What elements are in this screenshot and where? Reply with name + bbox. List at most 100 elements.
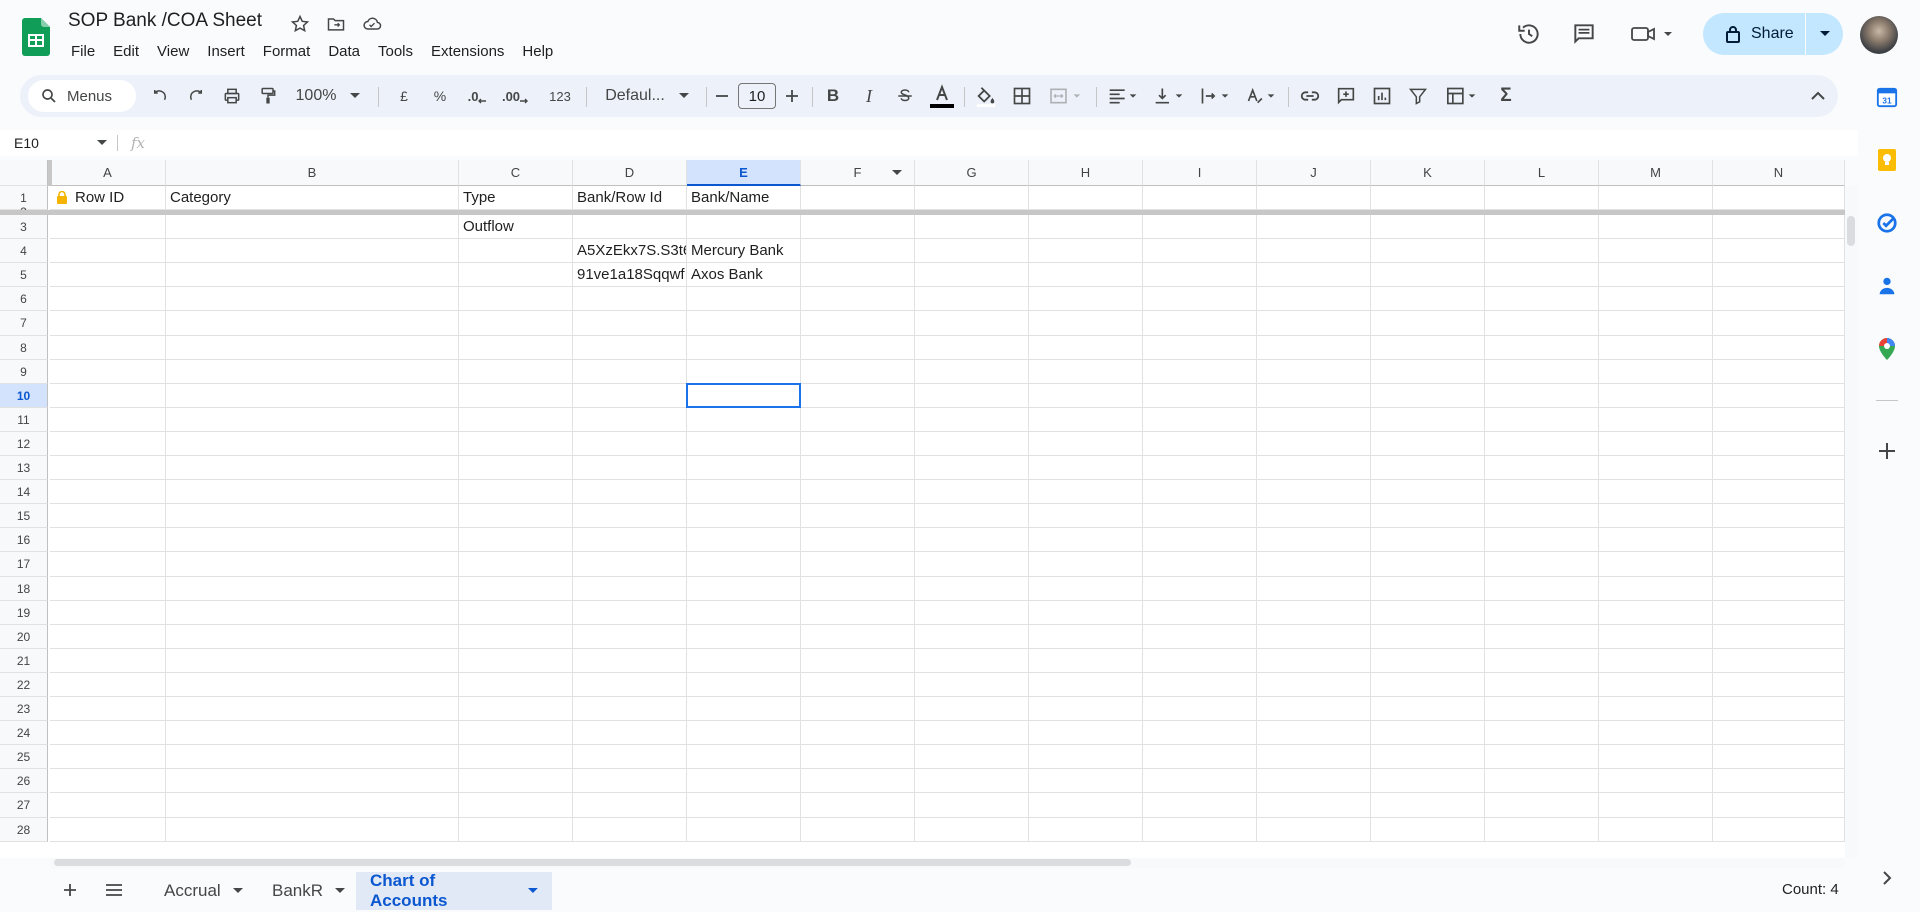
cell-g21[interactable] bbox=[915, 649, 1029, 673]
column-header-c[interactable]: C bbox=[459, 160, 573, 186]
cell-l7[interactable] bbox=[1485, 311, 1599, 336]
filter-views-icon[interactable] bbox=[1438, 75, 1486, 117]
column-header-n[interactable]: N bbox=[1713, 160, 1845, 186]
cell-n21[interactable] bbox=[1713, 649, 1845, 673]
column-header-h[interactable]: H bbox=[1029, 160, 1143, 186]
cell-a23[interactable] bbox=[50, 697, 166, 721]
cell-g6[interactable] bbox=[915, 287, 1029, 311]
cell-n1[interactable] bbox=[1713, 186, 1845, 210]
cell-d28[interactable] bbox=[573, 818, 687, 842]
cell-h18[interactable] bbox=[1029, 577, 1143, 601]
cell-i11[interactable] bbox=[1143, 408, 1257, 432]
cell-k22[interactable] bbox=[1371, 673, 1485, 697]
cell-d21[interactable] bbox=[573, 649, 687, 673]
cell-c7[interactable] bbox=[459, 311, 573, 336]
cell-c3[interactable]: Outflow bbox=[459, 215, 573, 239]
cell-a20[interactable] bbox=[50, 625, 166, 649]
cell-h20[interactable] bbox=[1029, 625, 1143, 649]
cell-k1[interactable] bbox=[1371, 186, 1485, 210]
cell-e23[interactable] bbox=[687, 697, 801, 721]
cell-h22[interactable] bbox=[1029, 673, 1143, 697]
cloud-saved-icon[interactable] bbox=[360, 12, 384, 36]
cell-e22[interactable] bbox=[687, 673, 801, 697]
font-family-select[interactable]: Defaul... bbox=[596, 75, 698, 117]
cell-k17[interactable] bbox=[1371, 552, 1485, 577]
cell-i22[interactable] bbox=[1143, 673, 1257, 697]
cell-m8[interactable] bbox=[1599, 336, 1713, 360]
cell-e21[interactable] bbox=[687, 649, 801, 673]
cell-g28[interactable] bbox=[915, 818, 1029, 842]
row-header-21[interactable]: 21 bbox=[0, 649, 48, 673]
cell-g12[interactable] bbox=[915, 432, 1029, 456]
cell-f28[interactable] bbox=[801, 818, 915, 842]
cell-b10[interactable] bbox=[166, 384, 459, 408]
percent-format-button[interactable]: % bbox=[426, 75, 454, 117]
cell-i25[interactable] bbox=[1143, 745, 1257, 769]
cell-g7[interactable] bbox=[915, 311, 1029, 336]
cell-d25[interactable] bbox=[573, 745, 687, 769]
cell-k21[interactable] bbox=[1371, 649, 1485, 673]
cell-a18[interactable] bbox=[50, 577, 166, 601]
cell-f10[interactable] bbox=[801, 384, 915, 408]
cell-a28[interactable] bbox=[50, 818, 166, 842]
cell-d12[interactable] bbox=[573, 432, 687, 456]
italic-icon[interactable]: I bbox=[854, 75, 884, 117]
cell-e20[interactable] bbox=[687, 625, 801, 649]
cell-l23[interactable] bbox=[1485, 697, 1599, 721]
row-header-22[interactable]: 22 bbox=[0, 673, 48, 697]
cell-f25[interactable] bbox=[801, 745, 915, 769]
print-icon[interactable] bbox=[218, 75, 246, 117]
text-wrapping-icon[interactable] bbox=[1194, 75, 1236, 117]
cell-g24[interactable] bbox=[915, 721, 1029, 745]
cell-c10[interactable] bbox=[459, 384, 573, 408]
cell-f23[interactable] bbox=[801, 697, 915, 721]
cell-a8[interactable] bbox=[50, 336, 166, 360]
menu-tools[interactable]: Tools bbox=[369, 42, 422, 62]
cell-f26[interactable] bbox=[801, 769, 915, 793]
cell-g26[interactable] bbox=[915, 769, 1029, 793]
cell-g5[interactable] bbox=[915, 263, 1029, 287]
calendar-icon[interactable]: 31 bbox=[1872, 82, 1902, 112]
font-size-field[interactable]: 10 bbox=[736, 75, 778, 117]
cell-n3[interactable] bbox=[1713, 215, 1845, 239]
cell-k12[interactable] bbox=[1371, 432, 1485, 456]
cell-n5[interactable] bbox=[1713, 263, 1845, 287]
cell-j12[interactable] bbox=[1257, 432, 1371, 456]
cell-f17[interactable] bbox=[801, 552, 915, 577]
cell-k13[interactable] bbox=[1371, 456, 1485, 480]
cell-g14[interactable] bbox=[915, 480, 1029, 504]
cell-c28[interactable] bbox=[459, 818, 573, 842]
row-header-23[interactable]: 23 bbox=[0, 697, 48, 721]
cell-c20[interactable] bbox=[459, 625, 573, 649]
row-header-9[interactable]: 9 bbox=[0, 360, 48, 384]
cell-i9[interactable] bbox=[1143, 360, 1257, 384]
cell-c18[interactable] bbox=[459, 577, 573, 601]
cell-f20[interactable] bbox=[801, 625, 915, 649]
cell-e14[interactable] bbox=[687, 480, 801, 504]
cell-j24[interactable] bbox=[1257, 721, 1371, 745]
cell-f24[interactable] bbox=[801, 721, 915, 745]
cell-m4[interactable] bbox=[1599, 239, 1713, 263]
cell-n13[interactable] bbox=[1713, 456, 1845, 480]
cell-m12[interactable] bbox=[1599, 432, 1713, 456]
row-header-15[interactable]: 15 bbox=[0, 504, 48, 528]
cell-h21[interactable] bbox=[1029, 649, 1143, 673]
cell-m9[interactable] bbox=[1599, 360, 1713, 384]
cell-m16[interactable] bbox=[1599, 528, 1713, 552]
menu-format[interactable]: Format bbox=[254, 42, 320, 62]
row-header-28[interactable]: 28 bbox=[0, 818, 48, 842]
cell-a16[interactable] bbox=[50, 528, 166, 552]
star-icon[interactable] bbox=[288, 12, 312, 36]
cell-f22[interactable] bbox=[801, 673, 915, 697]
cell-d6[interactable] bbox=[573, 287, 687, 311]
cell-h28[interactable] bbox=[1029, 818, 1143, 842]
font-size-value[interactable]: 10 bbox=[738, 83, 776, 109]
cell-l18[interactable] bbox=[1485, 577, 1599, 601]
cell-l26[interactable] bbox=[1485, 769, 1599, 793]
cell-f7[interactable] bbox=[801, 311, 915, 336]
cell-k11[interactable] bbox=[1371, 408, 1485, 432]
cell-i24[interactable] bbox=[1143, 721, 1257, 745]
cell-g8[interactable] bbox=[915, 336, 1029, 360]
cell-e12[interactable] bbox=[687, 432, 801, 456]
cell-e15[interactable] bbox=[687, 504, 801, 528]
